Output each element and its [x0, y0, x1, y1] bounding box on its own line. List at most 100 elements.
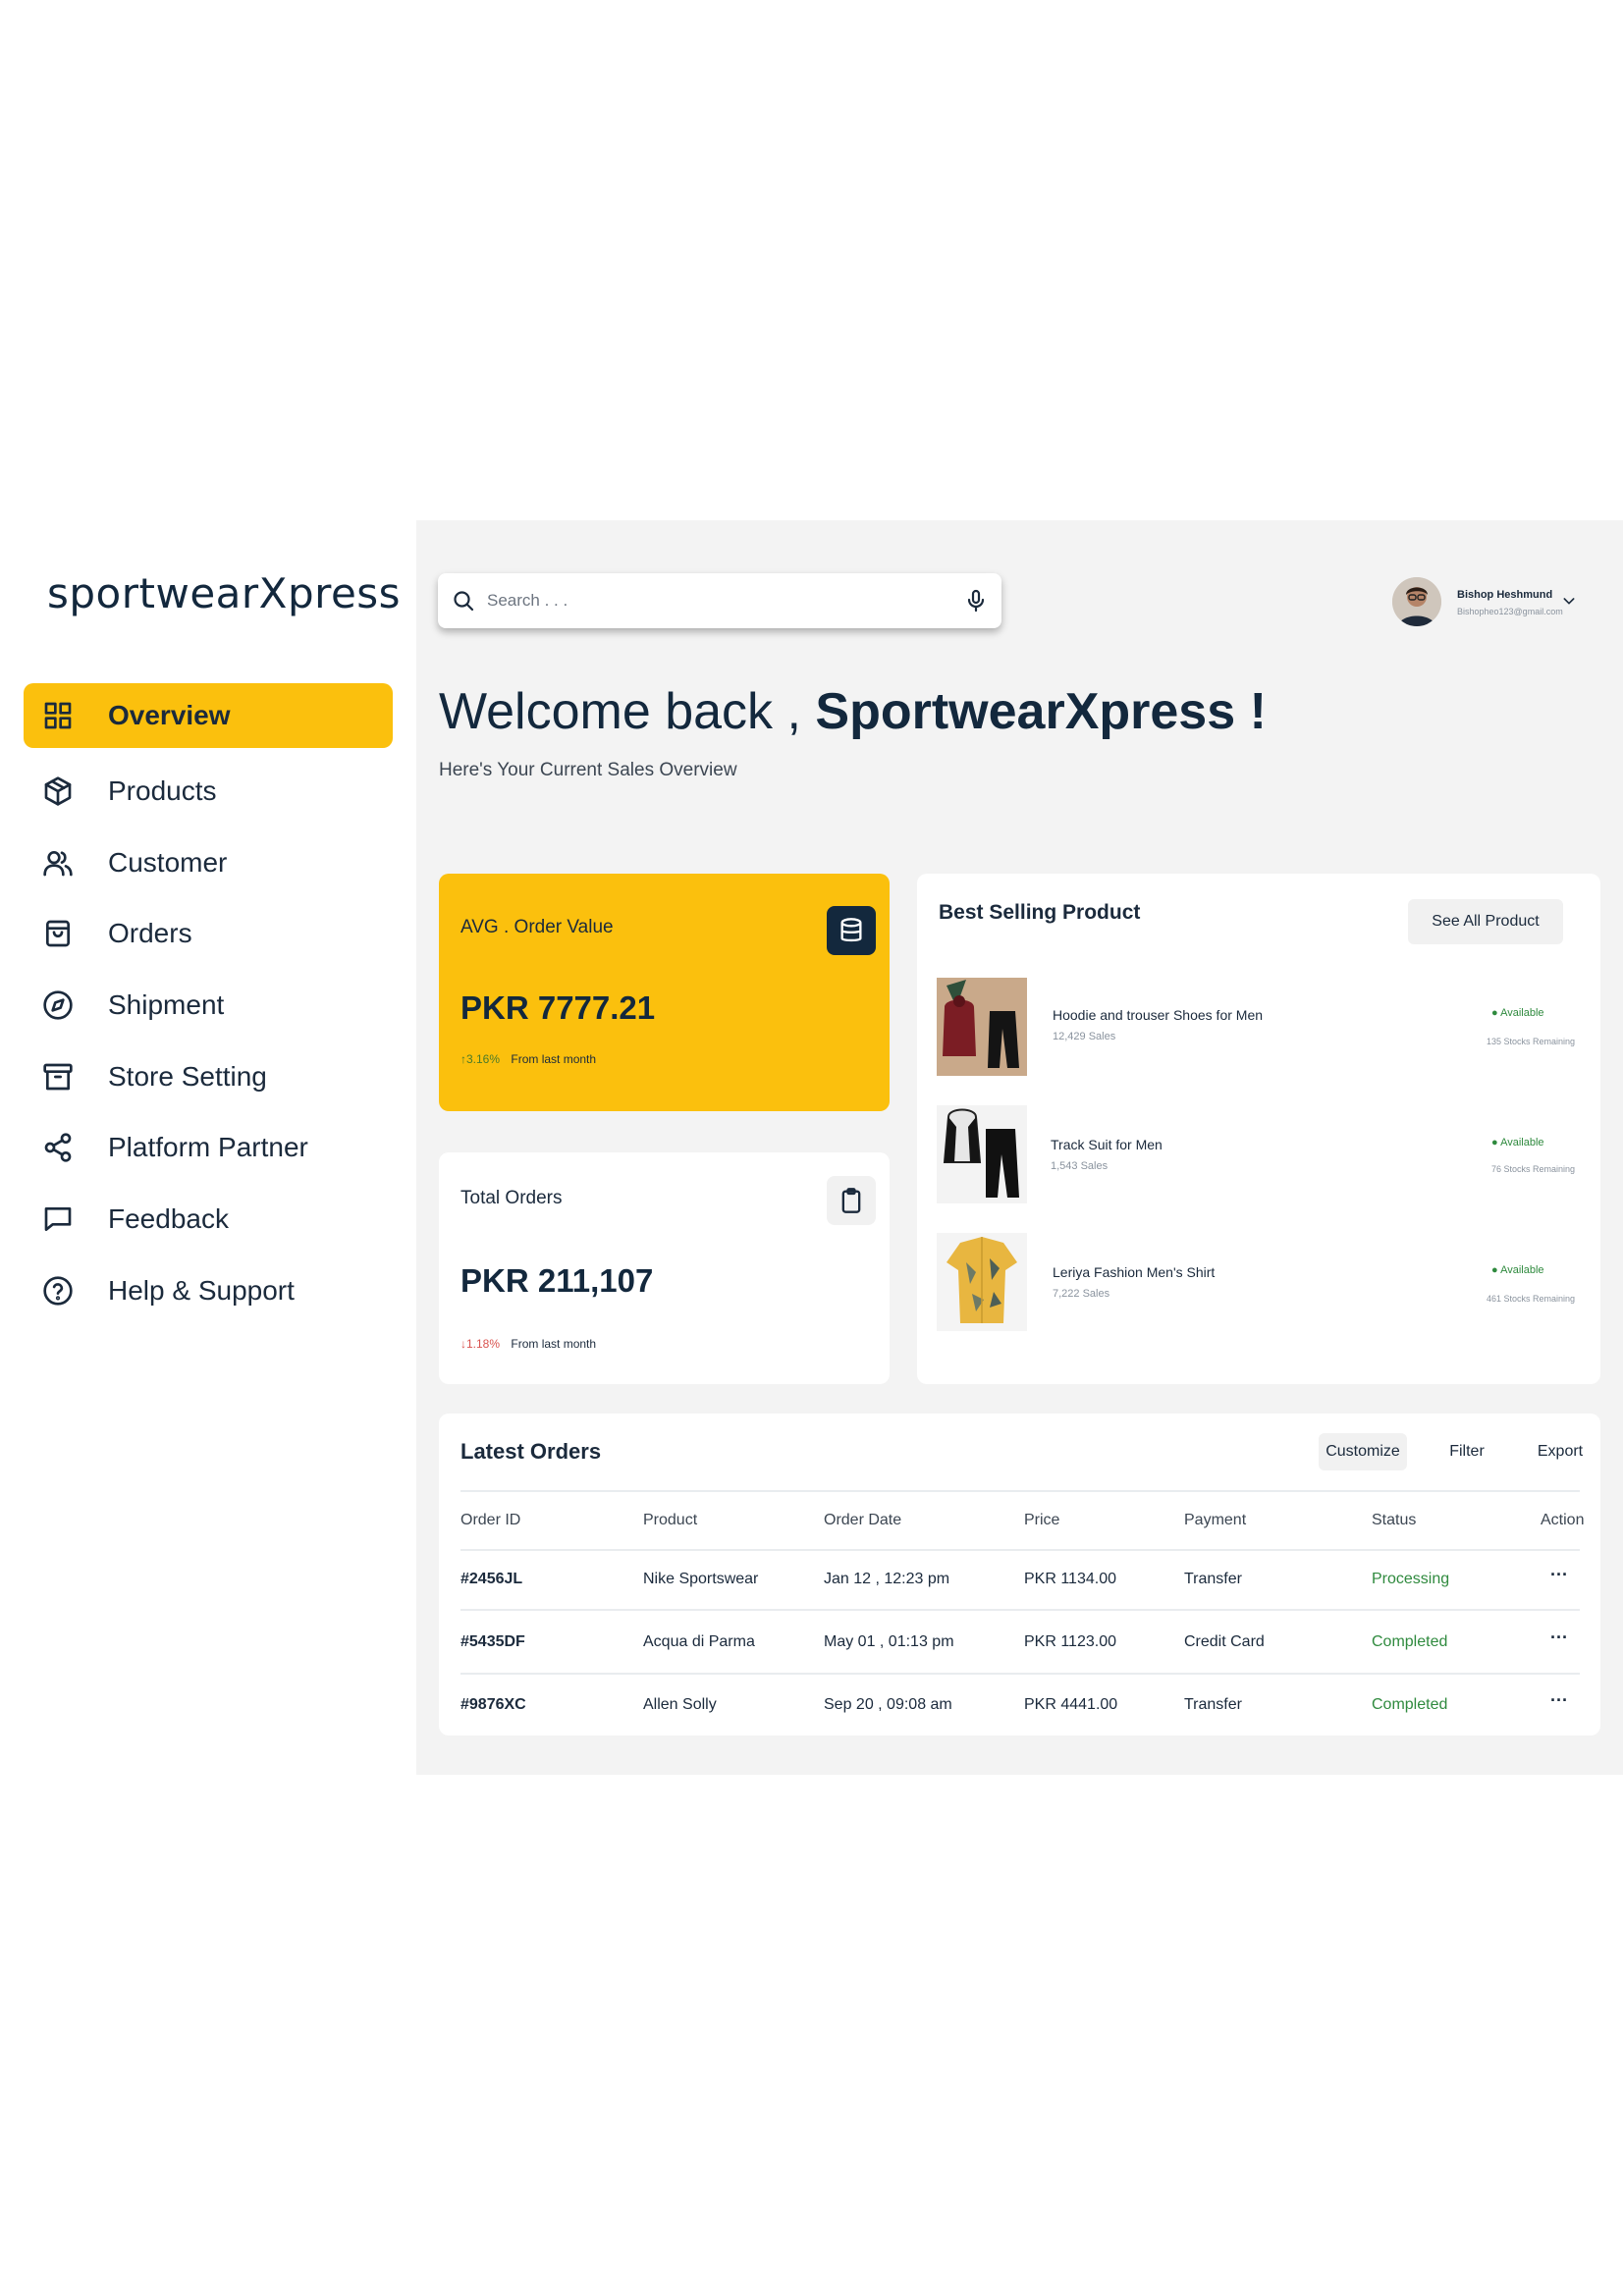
bag-icon [41, 917, 75, 950]
order-price: PKR 1123.00 [1024, 1633, 1116, 1650]
product-stock: 461 Stocks Remaining [1486, 1294, 1575, 1304]
table-row[interactable]: #9876XC Allen Solly Sep 20 , 09:08 am PK… [439, 1677, 1600, 1734]
welcome-store-name: SportwearXpress ! [815, 683, 1267, 740]
product-stock: 76 Stocks Remaining [1490, 1164, 1575, 1174]
chevron-down-icon[interactable] [1561, 593, 1577, 614]
sidebar-item-label: Platform Partner [108, 1132, 308, 1162]
order-status: Completed [1372, 1696, 1448, 1713]
product-image-tracksuit[interactable] [937, 1105, 1027, 1208]
sidebar-item-customer[interactable]: Customer [24, 830, 393, 895]
see-all-products-button[interactable]: See All Product [1408, 899, 1563, 944]
column-header[interactable]: Price [1024, 1512, 1059, 1529]
sidebar-item-help-support[interactable]: Help & Support [24, 1258, 393, 1323]
sidebar-item-label: Shipment [108, 989, 225, 1020]
sidebar-item-products[interactable]: Products [24, 759, 393, 824]
clipboard-icon [827, 1176, 876, 1225]
sidebar-item-shipment[interactable]: Shipment [24, 973, 393, 1038]
order-id[interactable]: #2456JL [460, 1571, 522, 1588]
box-icon [41, 774, 75, 808]
order-payment: Transfer [1184, 1571, 1242, 1587]
sidebar-item-label: Customer [108, 847, 228, 878]
status-badge: ● Available [1491, 1137, 1544, 1148]
order-id[interactable]: #5435DF [460, 1633, 525, 1651]
latest-orders-title: Latest Orders [460, 1439, 602, 1464]
product-image-hoodie[interactable] [937, 978, 1027, 1081]
archive-icon [41, 1060, 75, 1094]
column-header[interactable]: Product [643, 1512, 697, 1529]
sidebar-item-label: Overview [108, 700, 231, 730]
column-header[interactable]: Order ID [460, 1512, 520, 1529]
more-actions-icon[interactable]: ··· [1550, 1565, 1568, 1585]
sidebar-item-feedback[interactable]: Feedback [24, 1187, 393, 1252]
total-orders-card: Total Orders PKR 211,107 ↓1.18% From las… [439, 1152, 890, 1384]
sidebar-item-store-setting[interactable]: Store Setting [24, 1044, 393, 1109]
status-badge: ● Available [1491, 1264, 1544, 1276]
product-name: Hoodie and trouser Shoes for Men [1053, 1007, 1264, 1023]
product-sales: 12,429 Sales [1053, 1031, 1116, 1042]
product-image-shirt[interactable] [937, 1233, 1027, 1336]
avg-order-value: PKR 7777.21 [460, 989, 656, 1026]
order-date: Sep 20 , 09:08 am [824, 1696, 952, 1713]
best-selling-title: Best Selling Product [939, 901, 1141, 924]
column-header[interactable]: Action [1541, 1512, 1584, 1529]
share-icon [41, 1131, 75, 1164]
export-button[interactable]: Export [1531, 1433, 1590, 1470]
column-header[interactable]: Status [1372, 1512, 1416, 1529]
customize-button[interactable]: Customize [1319, 1433, 1407, 1470]
sidebar-item-orders[interactable]: Orders [24, 901, 393, 966]
divider [460, 1609, 1580, 1611]
column-header[interactable]: Order Date [824, 1512, 901, 1529]
avatar[interactable] [1392, 577, 1441, 626]
product-stock: 135 Stocks Remaining [1486, 1037, 1575, 1046]
search-bar[interactable]: Search . . . [438, 573, 1001, 628]
search-icon [452, 589, 475, 613]
order-date: Jan 12 , 12:23 pm [824, 1571, 950, 1587]
status-badge: ● Available [1491, 1007, 1544, 1019]
order-status: Processing [1372, 1571, 1450, 1587]
product-sales: 7,222 Sales [1053, 1288, 1110, 1300]
grid-icon [41, 699, 75, 732]
best-selling-card: Best Selling Product See All Product Hoo… [917, 874, 1600, 1384]
column-header[interactable]: Payment [1184, 1512, 1246, 1529]
sidebar-item-label: Help & Support [108, 1275, 295, 1306]
table-row[interactable]: #5435DF Acqua di Parma May 01 , 01:13 pm… [439, 1614, 1600, 1671]
order-price: PKR 1134.00 [1024, 1571, 1116, 1587]
database-icon [827, 906, 876, 955]
table-row[interactable]: #2456JL Nike Sportswear Jan 12 , 12:23 p… [439, 1553, 1600, 1610]
product-name: Leriya Fashion Men's Shirt [1053, 1264, 1216, 1280]
order-product: Allen Solly [643, 1696, 717, 1713]
latest-orders-card: Latest Orders Customize Filter Export Or… [439, 1414, 1600, 1735]
user-email: Bishopheo123@gmail.com [1457, 607, 1563, 616]
order-product: Nike Sportswear [643, 1571, 759, 1587]
help-icon [41, 1274, 75, 1308]
order-id[interactable]: #9876XC [460, 1696, 526, 1714]
product-sales: 1,543 Sales [1051, 1160, 1109, 1172]
sidebar-item-overview[interactable]: Overview [24, 683, 393, 748]
sidebar-item-platform-partner[interactable]: Platform Partner [24, 1115, 393, 1180]
avg-order-card: AVG . Order Value PKR 7777.21 ↑3.16% Fro… [439, 874, 890, 1111]
total-orders-value: PKR 211,107 [460, 1262, 654, 1299]
sidebar-item-label: Feedback [108, 1203, 229, 1234]
product-name: Track Suit for Men [1051, 1137, 1163, 1152]
search-input[interactable]: Search . . . [487, 591, 964, 611]
more-actions-icon[interactable]: ··· [1550, 1628, 1568, 1648]
user-name: Bishop Heshmund [1457, 589, 1553, 601]
order-payment: Transfer [1184, 1696, 1242, 1713]
total-orders-title: Total Orders [460, 1188, 563, 1208]
order-price: PKR 4441.00 [1024, 1696, 1118, 1713]
order-product: Acqua di Parma [643, 1633, 755, 1650]
sidebar-item-label: Orders [108, 918, 192, 948]
order-status: Completed [1372, 1633, 1448, 1650]
filter-button[interactable]: Filter [1421, 1433, 1513, 1470]
total-orders-change: ↓1.18% From last month [460, 1337, 597, 1351]
more-actions-icon[interactable]: ··· [1550, 1690, 1568, 1711]
page-title: Welcome back , SportwearXpress ! [439, 682, 1267, 741]
order-payment: Credit Card [1184, 1633, 1265, 1650]
divider [460, 1549, 1580, 1551]
avg-order-change: ↑3.16% From last month [460, 1052, 597, 1066]
message-icon [41, 1202, 75, 1236]
microphone-icon[interactable] [964, 589, 988, 613]
brand-logo[interactable]: sportwearXpress [47, 569, 401, 617]
divider [460, 1490, 1580, 1492]
sidebar-item-label: Store Setting [108, 1061, 267, 1092]
